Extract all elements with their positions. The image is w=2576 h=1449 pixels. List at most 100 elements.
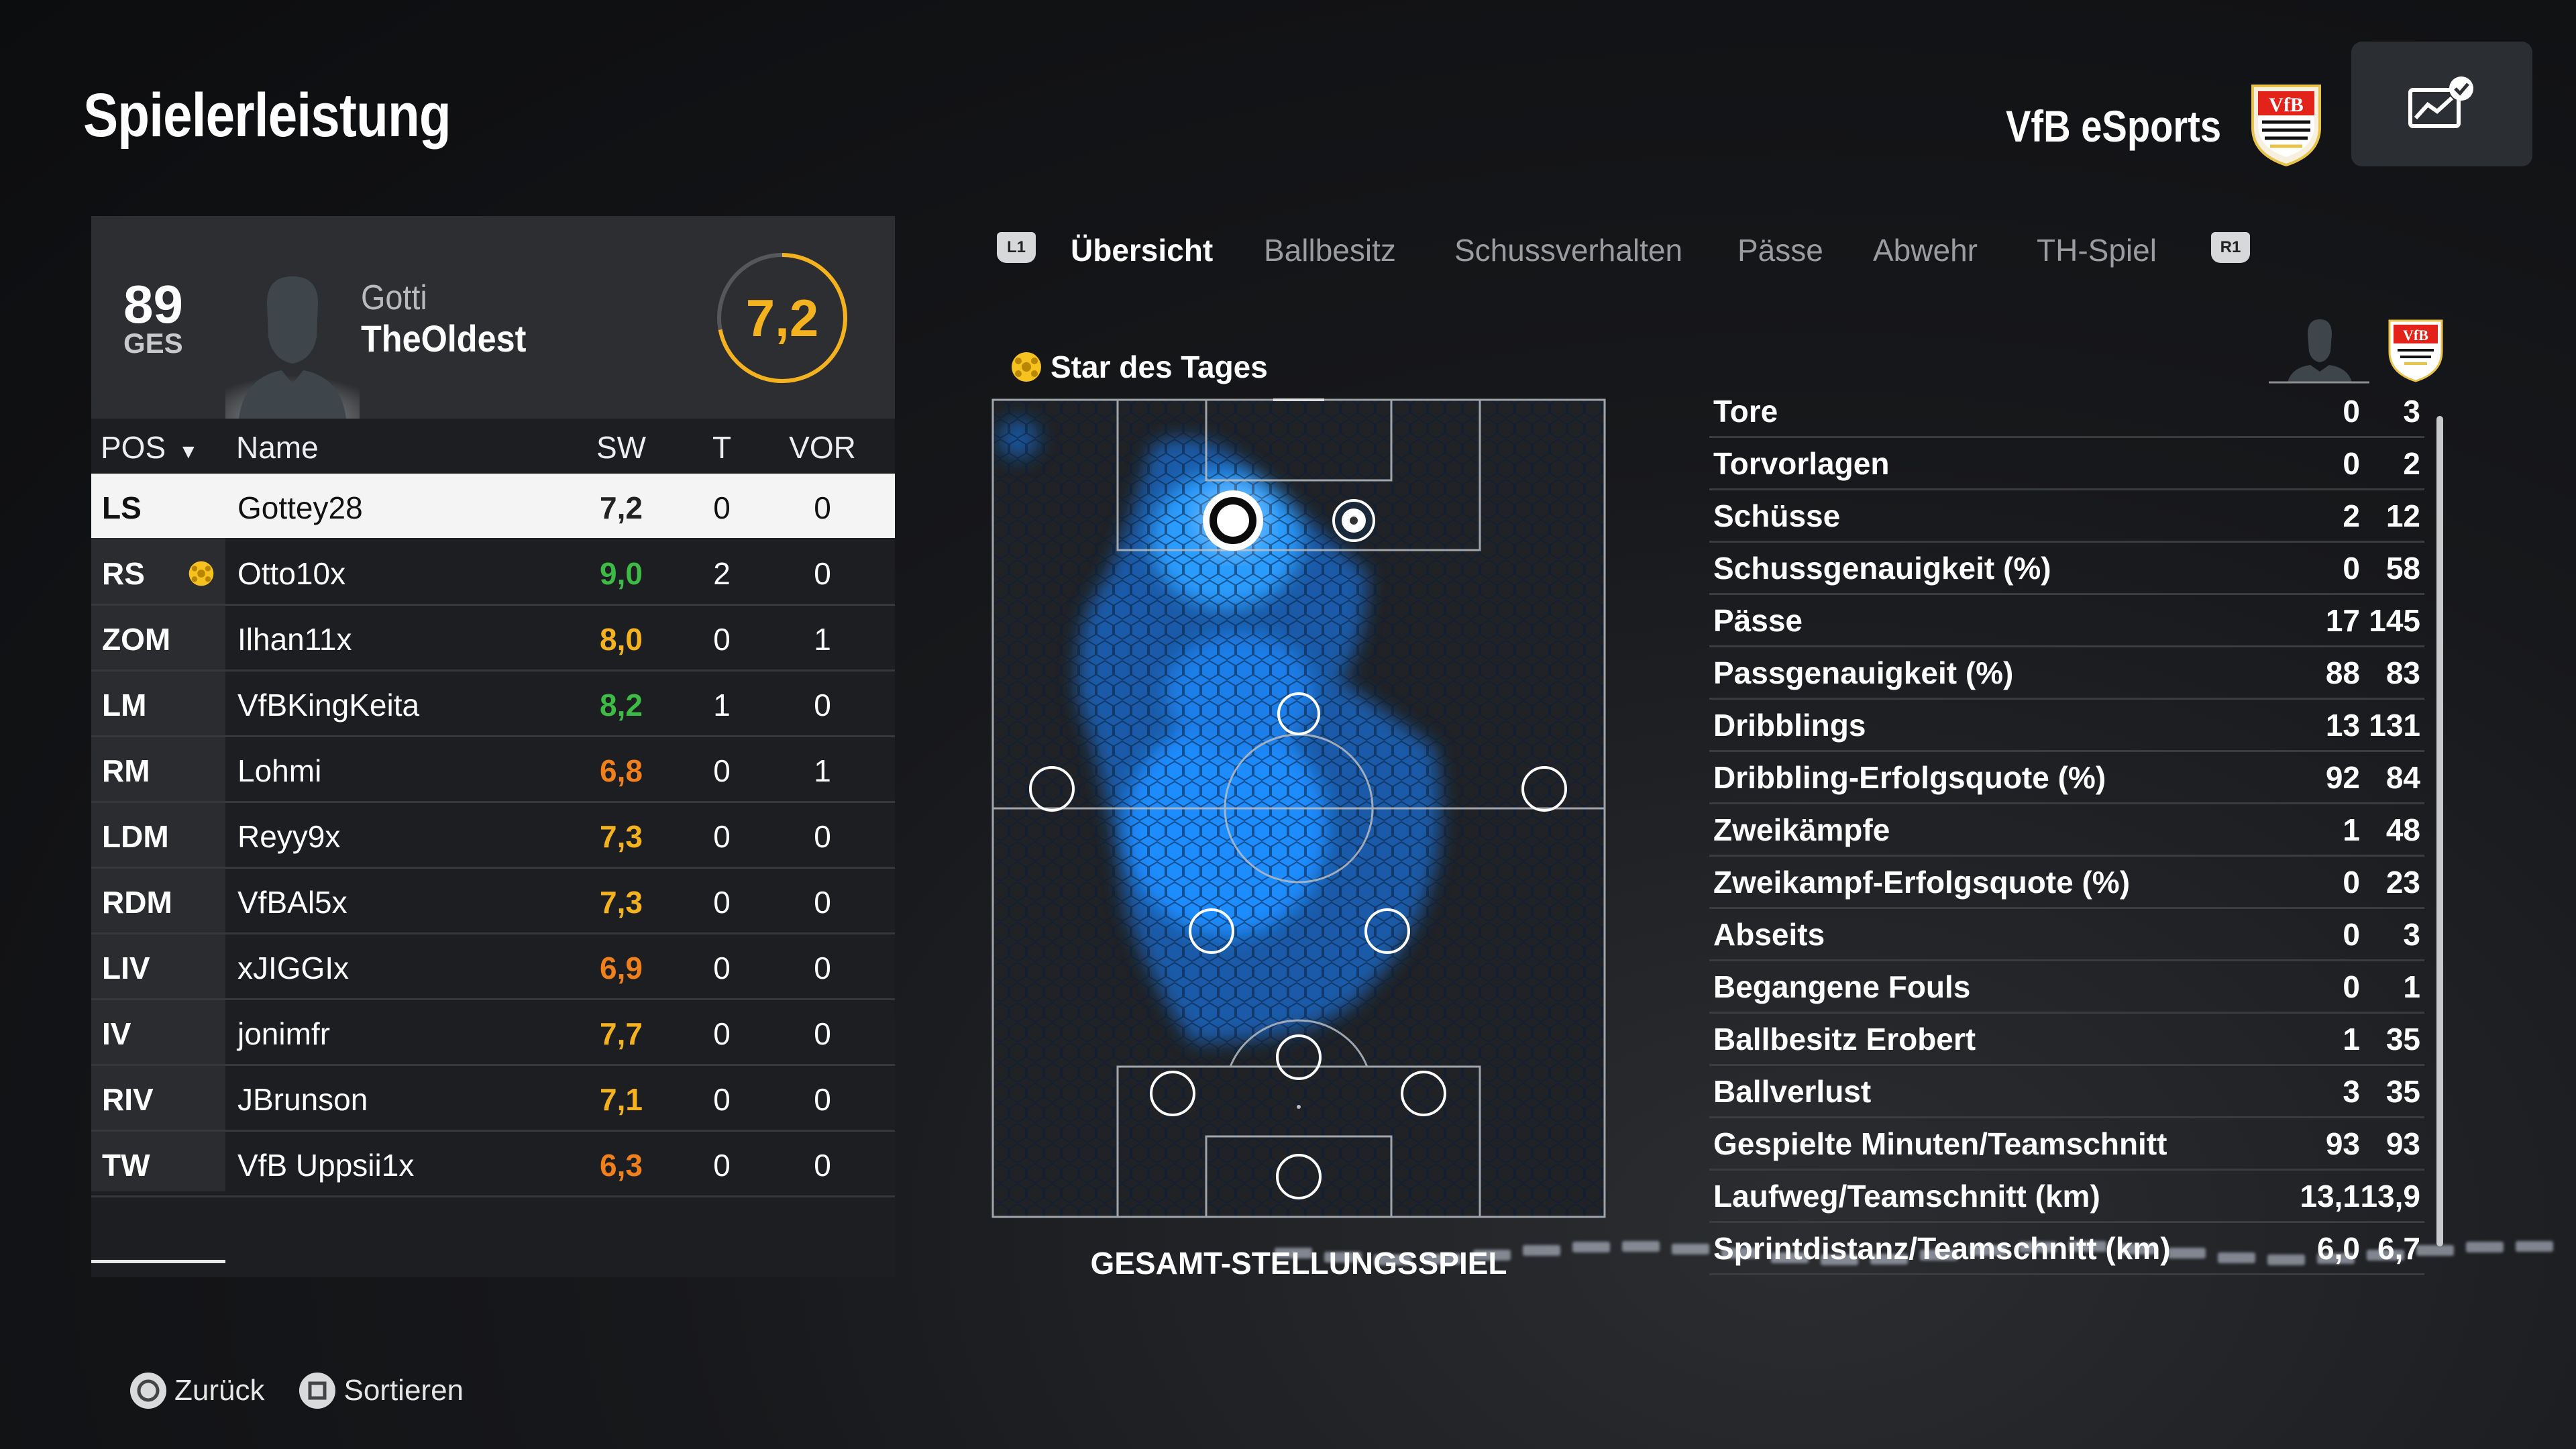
row-position: LS bbox=[102, 490, 142, 525]
star-ball-icon bbox=[1012, 352, 1041, 382]
player-first-name: Gotti bbox=[361, 278, 427, 317]
sort-label[interactable]: Sortieren bbox=[343, 1374, 464, 1407]
stat-player-value: 88 bbox=[2325, 655, 2360, 690]
row-goals: 0 bbox=[713, 1016, 731, 1051]
row-rating: 9,0 bbox=[600, 556, 643, 591]
row-goals: 0 bbox=[713, 1082, 731, 1117]
vfb-crest-icon: VfB bbox=[2251, 85, 2321, 167]
roster-row[interactable]: RIV JBrunson 7,1 0 0 bbox=[91, 1065, 895, 1132]
stat-player-value: 92 bbox=[2325, 760, 2360, 795]
svg-text:VfB: VfB bbox=[2269, 94, 2304, 116]
tab-uebersicht[interactable]: Übersicht bbox=[1071, 232, 1213, 268]
stat-row: Dribbling-Erfolgsquote (%) 92 84 bbox=[1709, 750, 2424, 804]
stat-team-value: 23 bbox=[2385, 865, 2420, 900]
stat-team-value: 131 bbox=[2369, 708, 2420, 743]
row-rating: 6,3 bbox=[600, 1148, 643, 1183]
roster-row[interactable]: ZOM Ilhan11x 8,0 0 1 bbox=[91, 605, 895, 672]
roster-row[interactable]: LIV xJIGGIx 6,9 0 0 bbox=[91, 934, 895, 1000]
stat-label: Ballbesitz Erobert bbox=[1713, 1022, 1976, 1057]
row-position: TW bbox=[102, 1148, 150, 1183]
stat-player-value: 1 bbox=[2343, 812, 2360, 847]
stat-label: Tore bbox=[1713, 394, 1778, 429]
row-position: RS bbox=[102, 556, 145, 591]
row-rating: 7,3 bbox=[600, 885, 643, 920]
player-rating: 7,2 bbox=[745, 288, 819, 347]
header-vor[interactable]: VOR bbox=[782, 429, 863, 466]
r1-bumper-icon[interactable]: R1 bbox=[2211, 232, 2250, 263]
row-name: VfB Uppsii1x bbox=[237, 1148, 415, 1183]
stat-label: Laufweg/Teamschnitt (km) bbox=[1713, 1179, 2100, 1214]
row-rating: 8,0 bbox=[600, 622, 643, 657]
roster-row[interactable]: RDM VfBAl5x 7,3 0 0 bbox=[91, 868, 895, 934]
row-rating: 7,2 bbox=[600, 490, 643, 525]
square-button-icon[interactable] bbox=[299, 1373, 336, 1409]
row-goals: 0 bbox=[713, 622, 731, 657]
stat-player-value: 93 bbox=[2325, 1126, 2360, 1161]
svg-text:VfB: VfB bbox=[2403, 327, 2428, 343]
row-goals: 0 bbox=[713, 951, 731, 985]
stats-compare-button[interactable] bbox=[2351, 42, 2532, 166]
row-assists: 0 bbox=[814, 556, 831, 591]
pitch-heatmap bbox=[991, 398, 1606, 1218]
stat-row: Gespielte Minuten/Teamschnitt 93 93 bbox=[1709, 1116, 2424, 1171]
tab-th-spiel[interactable]: TH-Spiel bbox=[2037, 232, 2157, 268]
page-title: Spielerleistung bbox=[83, 81, 451, 150]
row-assists: 0 bbox=[814, 1016, 831, 1051]
stat-row: Ballverlust 3 35 bbox=[1709, 1064, 2424, 1118]
stat-team-value: 3 bbox=[2403, 917, 2420, 952]
tab-ballbesitz[interactable]: Ballbesitz bbox=[1264, 232, 1396, 268]
stat-team-value: 1 bbox=[2403, 969, 2420, 1004]
stat-row: Pässe 17 145 bbox=[1709, 593, 2424, 647]
row-goals: 0 bbox=[713, 490, 731, 525]
tab-schussverhalten[interactable]: Schussverhalten bbox=[1454, 232, 1682, 268]
roster-table: POS ▼ Name SW T VOR LS Gottey28 7,2 0 0 RS Ott… bbox=[91, 419, 895, 1277]
stadium-light bbox=[1622, 1241, 1660, 1252]
roster-row[interactable]: LS Gottey28 7,2 0 0 bbox=[91, 474, 895, 538]
stat-team-value: 2 bbox=[2403, 446, 2420, 481]
stat-team-value: 84 bbox=[2385, 760, 2420, 795]
stat-player-value: 3 bbox=[2343, 1074, 2360, 1109]
stat-player-value: 13 bbox=[2325, 708, 2360, 743]
roster-row[interactable]: LM VfBKingKeita 8,2 1 0 bbox=[91, 671, 895, 737]
row-assists: 1 bbox=[814, 753, 831, 788]
row-name: xJIGGIx bbox=[237, 951, 350, 985]
roster-row[interactable]: TW VfB Uppsii1x 6,3 0 0 bbox=[91, 1131, 895, 1197]
star-of-day-label: Star des Tages bbox=[1051, 350, 1268, 384]
row-position: LIV bbox=[102, 951, 150, 985]
player-avatar-icon bbox=[225, 276, 360, 419]
roster-row[interactable]: IV jonimfr 7,7 0 0 bbox=[91, 1000, 895, 1066]
l1-bumper-icon[interactable]: L1 bbox=[997, 232, 1036, 263]
row-goals: 0 bbox=[713, 1148, 731, 1183]
row-goals: 1 bbox=[713, 688, 731, 722]
stat-row: Sprintdistanz/Teamschnitt (km) 6,0 6,7 bbox=[1709, 1221, 2424, 1275]
circle-button-icon[interactable] bbox=[130, 1373, 166, 1409]
row-rating: 8,2 bbox=[600, 688, 643, 722]
stat-label: Begangene Fouls bbox=[1713, 969, 1971, 1004]
header-name[interactable]: Name bbox=[236, 429, 319, 466]
stat-row: Torvorlagen 0 2 bbox=[1709, 436, 2424, 490]
tab-abwehr[interactable]: Abwehr bbox=[1873, 232, 1978, 268]
header-pos[interactable]: POS ▼ bbox=[101, 429, 199, 466]
stats-scrollbar[interactable] bbox=[2436, 416, 2443, 1246]
stat-label: Zweikämpfe bbox=[1713, 812, 1890, 847]
header-t[interactable]: T bbox=[688, 429, 755, 466]
row-name: Ilhan11x bbox=[237, 622, 352, 657]
overall-label: GES bbox=[123, 327, 183, 359]
back-label[interactable]: Zurück bbox=[174, 1374, 264, 1407]
team-column-crest-icon: VfB bbox=[2388, 319, 2443, 382]
chart-check-icon bbox=[2408, 76, 2473, 128]
roster-row[interactable]: LDM Reyy9x 7,3 0 0 bbox=[91, 802, 895, 869]
roster-row[interactable]: RM Lohmi 6,8 0 1 bbox=[91, 737, 895, 803]
row-assists: 1 bbox=[814, 622, 831, 657]
stat-team-value: 6,7 bbox=[2377, 1231, 2420, 1266]
overall-value: 89 bbox=[123, 274, 183, 334]
header-sw[interactable]: SW bbox=[574, 429, 668, 466]
player-last-name: TheOldest bbox=[361, 317, 527, 360]
stat-player-value: 0 bbox=[2343, 969, 2360, 1004]
stat-player-value: 6,0 bbox=[2317, 1231, 2360, 1266]
row-position: LM bbox=[102, 688, 147, 722]
roster-row[interactable]: RS Otto10x 9,0 2 0 bbox=[91, 539, 895, 606]
stat-label: Pässe bbox=[1713, 603, 1803, 638]
stat-label: Ballverlust bbox=[1713, 1074, 1872, 1109]
tab-paesse[interactable]: Pässe bbox=[1737, 232, 1823, 268]
